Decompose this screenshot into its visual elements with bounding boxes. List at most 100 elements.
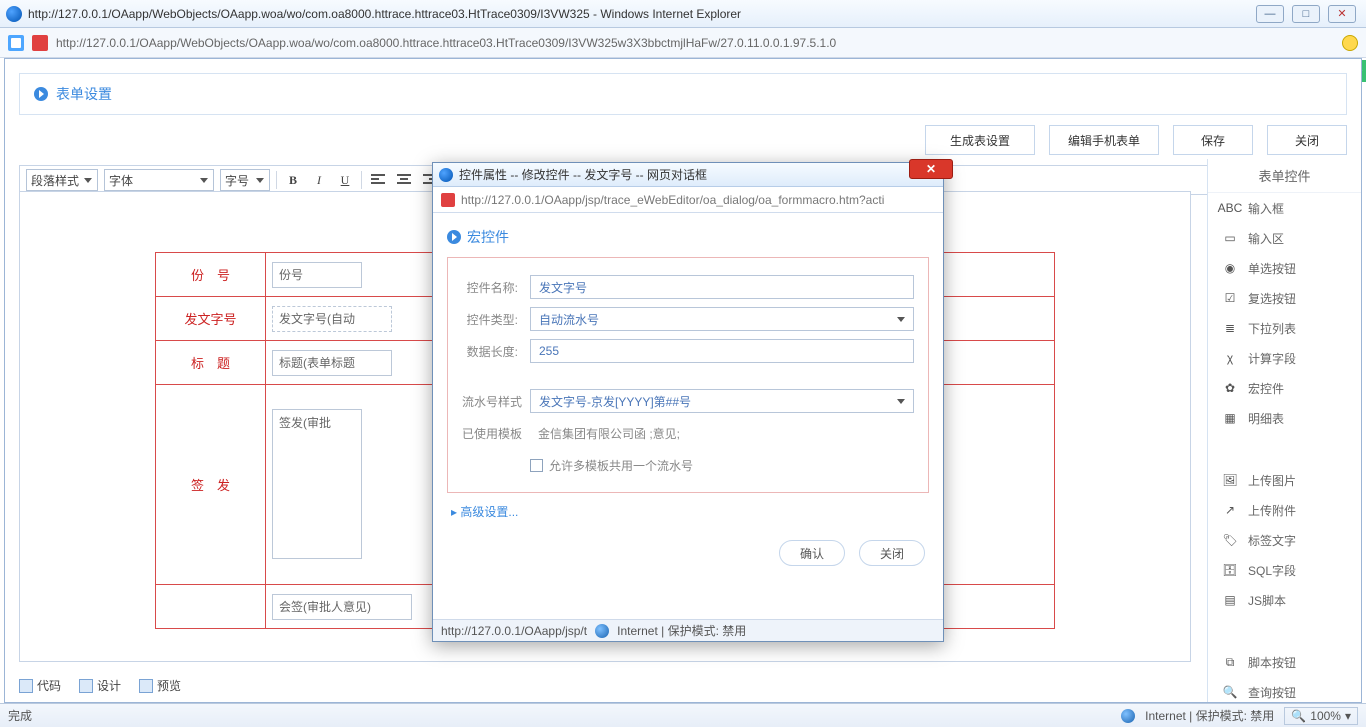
italic-button[interactable]: I xyxy=(309,170,329,190)
upload-icon: 🗄 xyxy=(1222,562,1238,578)
tab-preview[interactable]: 预览 xyxy=(139,677,181,694)
internet-zone-icon xyxy=(595,624,609,638)
select-serial-style[interactable]: 发文字号-京发[YYYY]第##号 xyxy=(530,389,914,413)
label-used-template: 已使用模板 xyxy=(462,425,518,442)
upload-label: JS脚本 xyxy=(1248,592,1286,609)
upload-label: 上传图片 xyxy=(1248,472,1296,489)
internet-zone-icon xyxy=(1121,709,1135,723)
dialog-cancel-button[interactable]: 关闭 xyxy=(859,540,925,566)
script-item[interactable]: ⧉脚本按钮 xyxy=(1208,647,1361,677)
control-icon: ABC xyxy=(1222,200,1238,216)
dialog-body: 宏控件 控件名称: 发文字号 控件类型: 自动流水号 数据长度: 255 流水号… xyxy=(433,213,943,576)
security-shield-icon[interactable] xyxy=(8,35,24,51)
control-item[interactable]: ≣下拉列表 xyxy=(1208,313,1361,343)
bold-button[interactable]: B xyxy=(283,170,303,190)
save-button[interactable]: 保存 xyxy=(1173,125,1253,155)
tab-design[interactable]: 设计 xyxy=(79,677,121,694)
dialog-url: http://127.0.0.1/OAapp/jsp/trace_eWebEdi… xyxy=(461,193,884,207)
control-item[interactable]: χ 计算字段 xyxy=(1208,343,1361,373)
right-panel: 表单控件 ABC输入框▭输入区◉单选按钮☑复选按钮≣下拉列表χ计算字段✿宏控件▦… xyxy=(1207,159,1361,702)
window-maximize-button[interactable]: □ xyxy=(1292,5,1320,23)
control-item[interactable]: ✿宏控件 xyxy=(1208,373,1361,403)
control-item[interactable]: ▭输入区 xyxy=(1208,223,1361,253)
dialog-ok-button[interactable]: 确认 xyxy=(779,540,845,566)
dialog-title: 控件属性 -- 修改控件 -- 发文字号 -- 网页对话框 xyxy=(459,166,937,183)
upload-icon: ▤ xyxy=(1222,592,1238,608)
input-huiqian[interactable]: 会签(审批人意见) xyxy=(272,594,412,620)
close-button[interactable]: 关闭 xyxy=(1267,125,1347,155)
ie-status-bar: 完成 Internet | 保护模式: 禁用 🔍 100% ▾ xyxy=(0,703,1366,727)
checkbox-label: 允许多模板共用一个流水号 xyxy=(549,457,693,474)
input-fawen[interactable]: 发文字号(自动 xyxy=(272,306,392,332)
control-icon: ▦ xyxy=(1222,410,1238,426)
tab-design-label: 设计 xyxy=(97,677,121,694)
control-item[interactable]: ▦ 明细表 xyxy=(1208,403,1361,433)
compat-view-icon[interactable] xyxy=(1342,35,1358,51)
checkbox-share-serial[interactable]: 允许多模板共用一个流水号 xyxy=(530,457,693,474)
zoom-control[interactable]: 🔍 100% ▾ xyxy=(1284,707,1358,725)
advanced-settings-link[interactable]: ▸ 高级设置... xyxy=(451,503,925,520)
value-used-template: 金信集团有限公司函 ;意见; xyxy=(530,421,914,445)
tab-code[interactable]: 代码 xyxy=(19,677,61,694)
upload-item[interactable]: 🖼 上传图片 xyxy=(1208,465,1361,495)
control-icon: ≣ xyxy=(1222,320,1238,336)
font-select[interactable]: 字体 xyxy=(104,169,214,191)
underline-button[interactable]: U xyxy=(335,170,355,190)
label-control-type: 控件类型: xyxy=(462,311,518,328)
label-serial-style: 流水号样式 xyxy=(462,393,518,410)
address-url[interactable]: http://127.0.0.1/OAapp/WebObjects/OAapp.… xyxy=(56,36,1334,50)
select-control-type[interactable]: 自动流水号 xyxy=(530,307,914,331)
textarea-qianfa[interactable]: 签发(审批 xyxy=(272,409,362,559)
input-control-name[interactable]: 发文字号 xyxy=(530,275,914,299)
page-header: 表单设置 xyxy=(19,73,1347,115)
script-item[interactable]: 🔍查询按钮 xyxy=(1208,677,1361,703)
tab-preview-label: 预览 xyxy=(157,677,181,694)
edit-mobile-button[interactable]: 编辑手机表单 xyxy=(1049,125,1159,155)
dialog-field-box: 控件名称: 发文字号 控件类型: 自动流水号 数据长度: 255 流水号样式 发… xyxy=(447,257,929,493)
gen-table-button[interactable]: 生成表设置 xyxy=(925,125,1035,155)
control-icon: ▭ xyxy=(1222,230,1238,246)
label-biaoti: 标 题 xyxy=(156,341,266,385)
dialog-close-button[interactable]: ✕ xyxy=(909,159,953,179)
upload-item[interactable]: ▤ JS脚本 xyxy=(1208,585,1361,615)
window-minimize-button[interactable]: — xyxy=(1256,5,1284,23)
input-fenhao[interactable]: 份号 xyxy=(272,262,362,288)
paragraph-select[interactable]: 段落样式 xyxy=(26,169,98,191)
upload-label: 上传附件 xyxy=(1248,502,1296,519)
window-close-button[interactable]: ✕ xyxy=(1328,5,1356,23)
script-label: 查询按钮 xyxy=(1248,684,1296,701)
dialog-titlebar[interactable]: 控件属性 -- 修改控件 -- 发文字号 -- 网页对话框 xyxy=(433,163,943,187)
input-data-length[interactable]: 255 xyxy=(530,339,914,363)
page-title: 表单设置 xyxy=(56,84,112,104)
control-label: 输入框 xyxy=(1248,200,1284,217)
tab-code-label: 代码 xyxy=(37,677,61,694)
size-select[interactable]: 字号 xyxy=(220,169,270,191)
input-biaoti[interactable]: 标题(表单标题 xyxy=(272,350,392,376)
dialog-address-bar: http://127.0.0.1/OAapp/jsp/trace_eWebEdi… xyxy=(433,187,943,213)
favicon-icon xyxy=(441,193,455,207)
control-item[interactable]: ☑复选按钮 xyxy=(1208,283,1361,313)
upload-item[interactable]: 🗄SQL字段 xyxy=(1208,555,1361,585)
tab-preview-icon xyxy=(139,679,153,693)
window-title: http://127.0.0.1/OAapp/WebObjects/OAapp.… xyxy=(28,7,1250,21)
status-security: Internet | 保护模式: 禁用 xyxy=(1145,707,1274,724)
control-item[interactable]: ◉单选按钮 xyxy=(1208,253,1361,283)
toolbar-sep xyxy=(361,171,362,189)
upload-icon: 🖼 xyxy=(1222,472,1238,488)
dialog-status-security: Internet | 保护模式: 禁用 xyxy=(617,622,746,639)
align-left-button[interactable] xyxy=(368,170,388,190)
upload-item[interactable]: 🏷标签文字 xyxy=(1208,525,1361,555)
control-item[interactable]: ABC 输入框 xyxy=(1208,193,1361,223)
label-qianfa: 签 发 xyxy=(156,385,266,585)
control-label: 明细表 xyxy=(1248,410,1284,427)
control-label: 计算字段 xyxy=(1248,350,1296,367)
upload-item[interactable]: ↗上传附件 xyxy=(1208,495,1361,525)
section-arrow-icon xyxy=(447,230,461,244)
control-icon: χ xyxy=(1222,350,1238,366)
control-icon: ◉ xyxy=(1222,260,1238,276)
dialog-section-title: 宏控件 xyxy=(467,227,509,247)
dialog-status-path: http://127.0.0.1/OAapp/jsp/t xyxy=(441,624,587,638)
align-center-button[interactable] xyxy=(394,170,414,190)
section-arrow-icon xyxy=(34,87,48,101)
action-row: 生成表设置 编辑手机表单 保存 关闭 xyxy=(5,125,1361,165)
